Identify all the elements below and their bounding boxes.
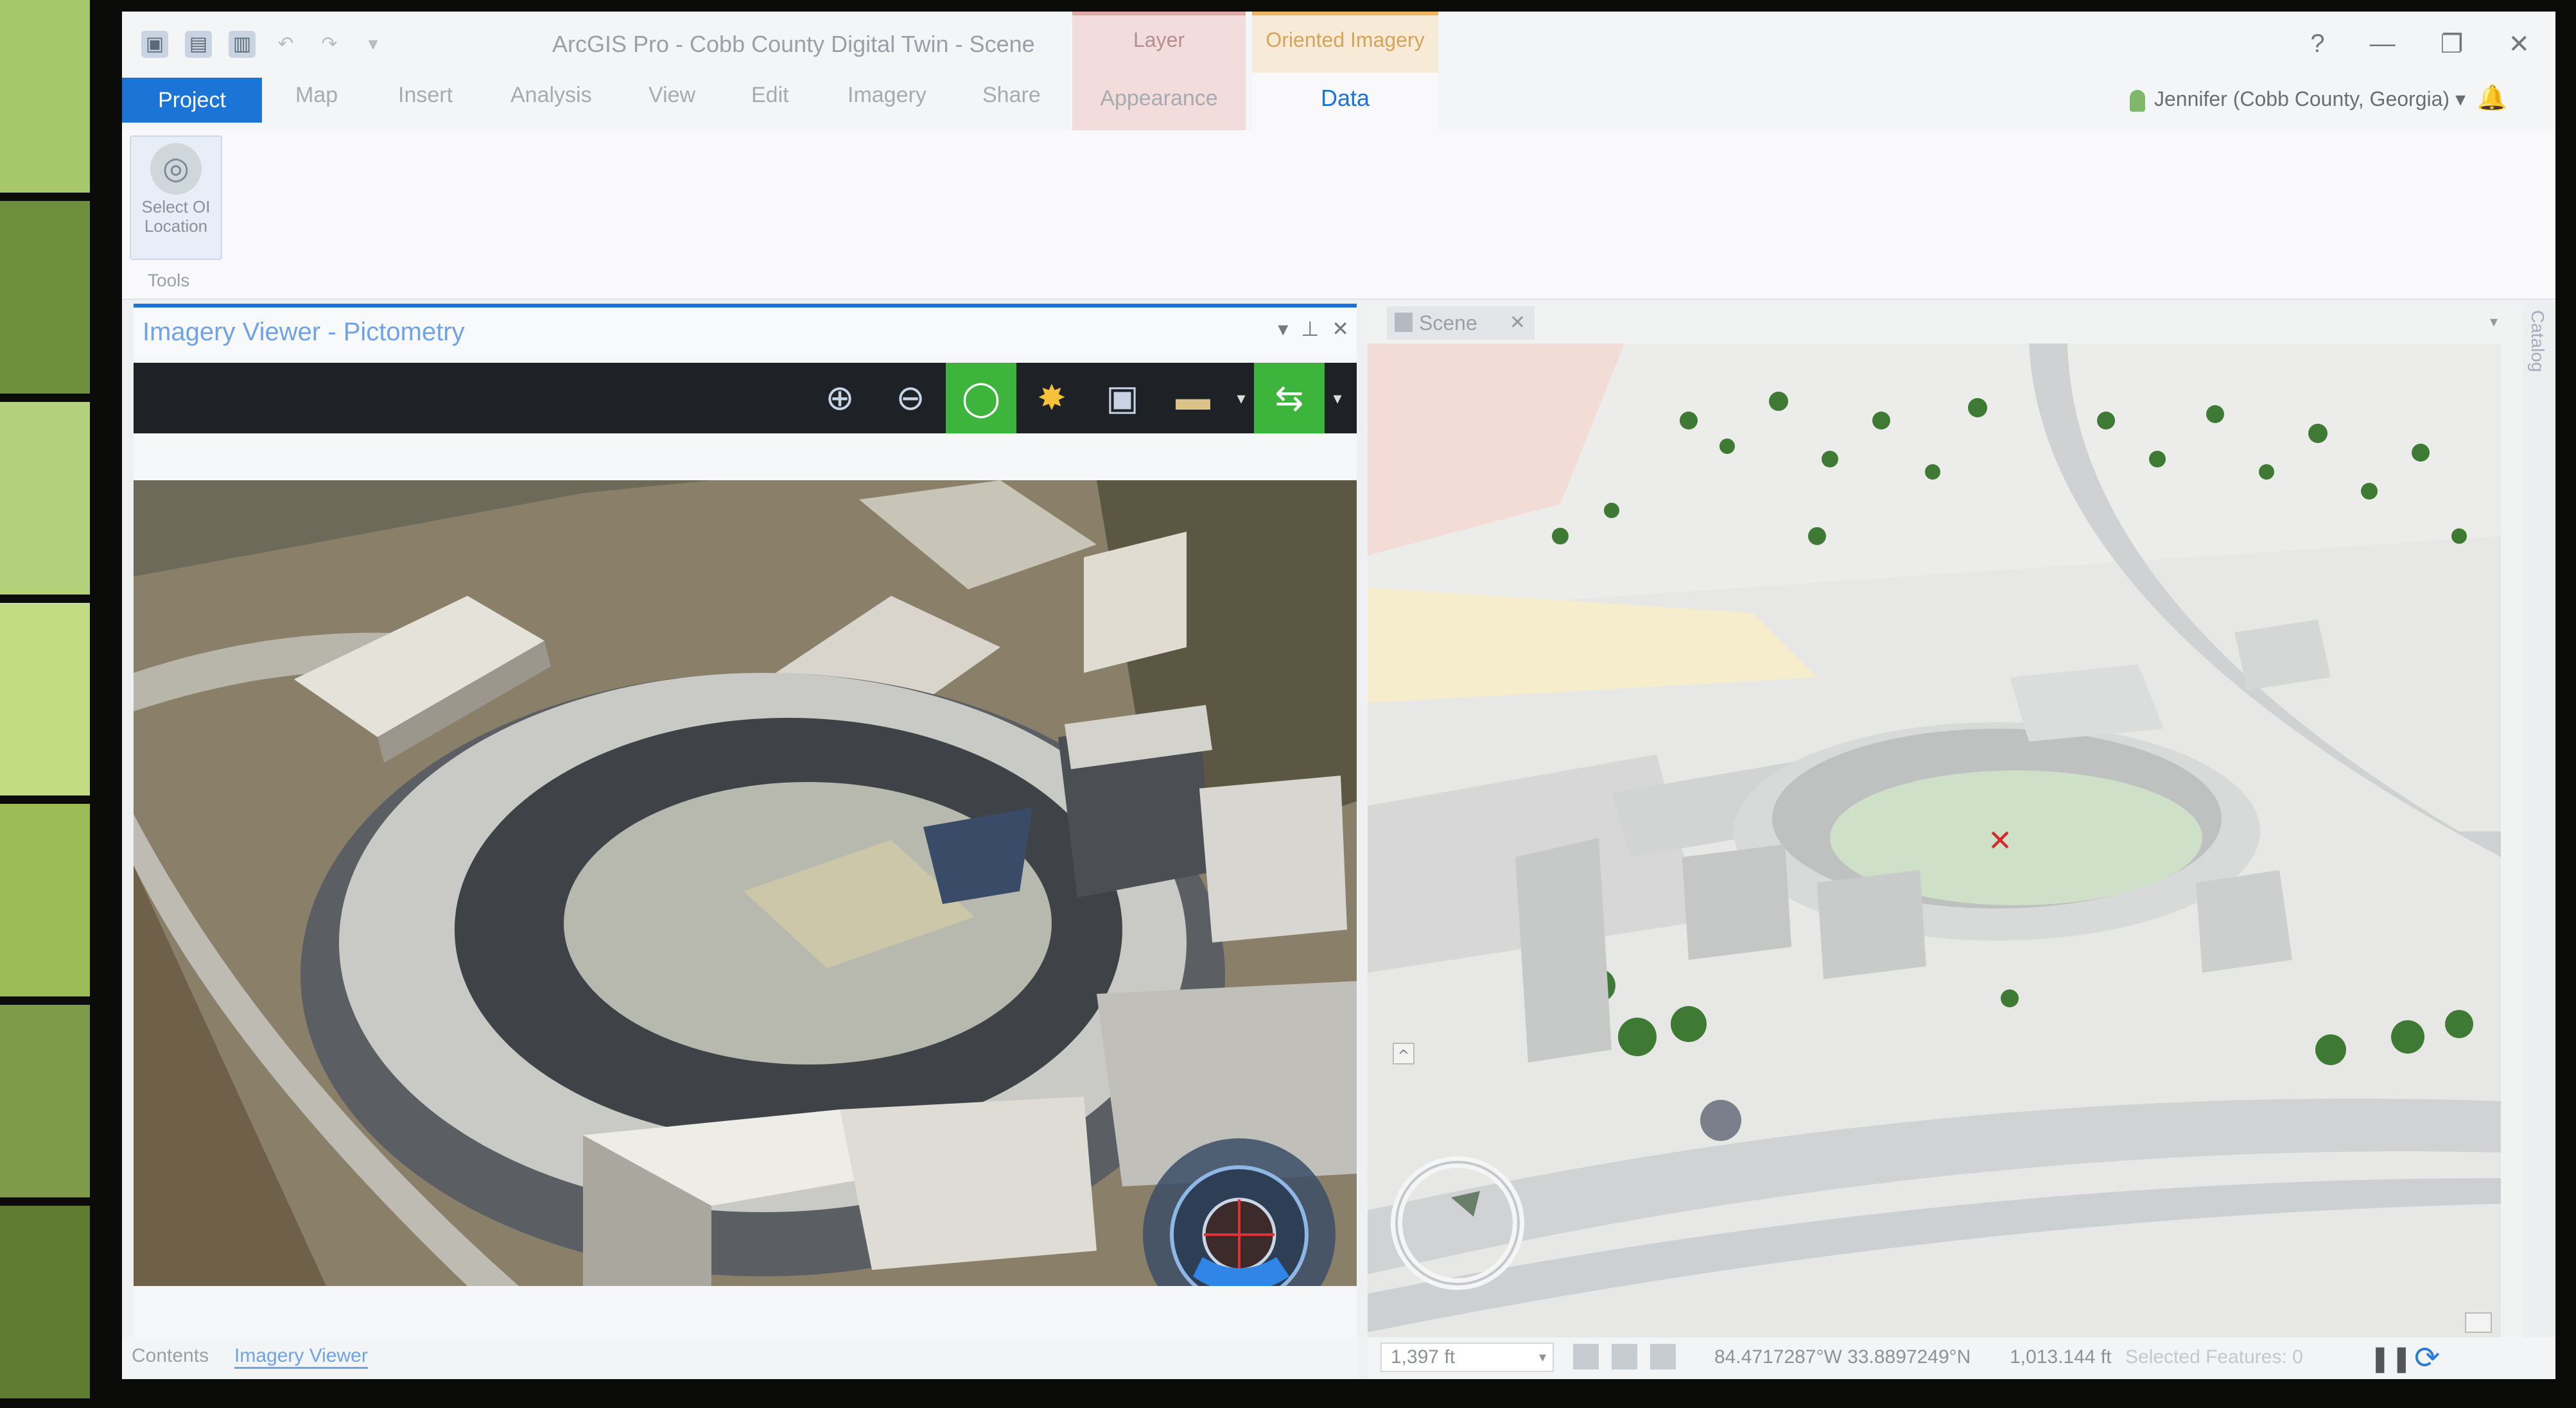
coordinate-readout: 84.4717287°W 33.8897249°N — [1714, 1346, 1971, 1368]
customize-toolbar-icon[interactable]: ▾ — [360, 31, 387, 58]
oblique-aerial-image[interactable] — [134, 480, 1357, 1286]
imagery-viewer-toolbar: ⊕ ⊖ ◯ ✸ ▣ ▬ ▾ ⇆ ▾ — [134, 363, 1357, 433]
user-menu-chevron-icon: ▾ — [2455, 87, 2466, 110]
redo-icon[interactable]: ↷ — [316, 31, 343, 58]
contextual-tab-group-layer: Layer — [1072, 12, 1246, 73]
tab-appearance[interactable]: Appearance — [1072, 73, 1246, 130]
pane-menu-chevron-icon[interactable]: ▾ — [1278, 317, 1288, 341]
selected-features-count: Selected Features: 0 — [2125, 1346, 2303, 1368]
select-oi-location-button[interactable]: ◎ Select OI Location — [130, 135, 222, 260]
scale-value: 1,397 ft — [1391, 1346, 1456, 1368]
camera-location-icon: ◎ — [150, 143, 202, 195]
ribbon-tab-bar: Project Map Insert Analysis View Edit Im… — [122, 73, 2555, 133]
tab-insert[interactable]: Insert — [398, 83, 453, 108]
minimize-button[interactable]: — — [2370, 30, 2396, 59]
scene-tab-close-icon[interactable]: ✕ — [1510, 306, 1526, 340]
new-project-icon[interactable]: ▣ — [141, 31, 168, 58]
quick-access-toolbar: ▣ ▤ ▥ ↶ ↷ ▾ — [141, 31, 387, 58]
tab-contents[interactable]: Contents — [132, 1345, 209, 1367]
scene-tab-label: Scene — [1419, 311, 1477, 335]
user-account[interactable]: Jennifer (Cobb County, Georgia) ▾ — [2129, 87, 2466, 112]
ribbon-group-tools-label: Tools — [148, 270, 190, 290]
tab-map[interactable]: Map — [295, 83, 338, 108]
pause-drawing-icon[interactable]: ❚❚ — [2369, 1344, 2412, 1373]
window-title: ArcGIS Pro - Cobb County Digital Twin - … — [552, 31, 1035, 57]
elevation-readout: 1,013.144 ft — [2010, 1346, 2112, 1368]
user-icon — [2129, 89, 2145, 112]
zoom-out-icon[interactable]: ⊖ — [875, 363, 946, 433]
window-controls: ? — ❐ ✕ — [2310, 30, 2530, 59]
stadium-aerial-illustration — [134, 480, 1357, 1286]
tab-scene[interactable]: Scene ✕ — [1387, 306, 1535, 340]
scene-status-bar: 1,397 ft ▾ 84.4717287°W 33.8897249°N 1,0… — [1368, 1337, 2555, 1379]
scene-pane-chevron-icon[interactable]: ▾ — [2490, 313, 2498, 331]
tab-imagery[interactable]: Imagery — [848, 83, 927, 108]
scene-view-icon — [1395, 313, 1413, 332]
catalog-side-tab[interactable]: Catalog — [2523, 304, 2555, 1337]
pane-controls: ▾ ⊥ ✕ — [1278, 317, 1349, 341]
imagery-viewer-pane: Imagery Viewer - Pictometry ▾ ⊥ ✕ ⊕ ⊖ ◯ … — [134, 304, 1357, 1337]
arcgis-pro-window: ▣ ▤ ▥ ↶ ↷ ▾ ArcGIS Pro - Cobb County Dig… — [122, 12, 2555, 1379]
tab-share[interactable]: Share — [982, 83, 1041, 108]
tab-view[interactable]: View — [648, 83, 695, 108]
measure-dropdown-icon[interactable]: ▾ — [1228, 363, 1254, 433]
dock-tabs: Contents Imagery Viewer — [122, 1337, 1358, 1379]
tab-data[interactable]: Data — [1252, 73, 1438, 133]
svg-text:✕: ✕ — [1988, 823, 2013, 858]
open-project-icon[interactable]: ▤ — [185, 31, 212, 58]
brightness-icon[interactable]: ✸ — [1016, 363, 1087, 433]
contextual-tab-group-oriented-imagery: Oriented Imagery — [1252, 12, 1438, 73]
tab-edit[interactable]: Edit — [751, 83, 789, 108]
restore-button[interactable]: ❐ — [2441, 30, 2464, 59]
scene-pane: Scene ✕ ▾ ✕ ^ — [1368, 304, 2523, 1342]
imagery-viewer-header: Imagery Viewer - Pictometry ▾ ⊥ ✕ — [134, 304, 1357, 355]
title-bar: ▣ ▤ ▥ ↶ ↷ ▾ ArcGIS Pro - Cobb County Dig… — [122, 12, 2555, 73]
swap-icon[interactable]: ⇆ — [1254, 363, 1325, 433]
undo-icon[interactable]: ↶ — [272, 31, 299, 58]
measure-icon[interactable]: ▬ — [1158, 363, 1228, 433]
scene-3d-illustration: ✕ ^ — [1368, 343, 2501, 1342]
close-button[interactable]: ✕ — [2508, 30, 2530, 59]
grid-icon[interactable] — [1650, 1344, 1676, 1369]
select-oi-label-line2: Location — [144, 216, 208, 236]
ribbon: ◎ Select OI Location Tools — [122, 130, 2555, 300]
navigation-mode-icon[interactable] — [1573, 1344, 1599, 1369]
swap-dropdown-icon[interactable]: ▾ — [1325, 363, 1350, 433]
snapping-icon[interactable] — [1612, 1344, 1637, 1369]
frame-icon[interactable]: ▣ — [1087, 363, 1158, 433]
user-name: Jennifer (Cobb County, Georgia) — [2154, 87, 2450, 110]
contextual-label-layer: Layer — [1133, 28, 1185, 51]
scene-3d-view[interactable]: ✕ ^ — [1368, 343, 2501, 1342]
save-project-icon[interactable]: ▥ — [229, 31, 256, 58]
pane-pin-icon[interactable]: ⊥ — [1301, 317, 1319, 341]
notifications-bell-icon[interactable]: 🔔 — [2477, 84, 2507, 112]
select-oi-label-line1: Select OI — [141, 197, 211, 216]
scale-chevron-icon: ▾ — [1538, 1349, 1546, 1365]
svg-text:^: ^ — [1398, 1048, 1409, 1064]
zoom-in-icon[interactable]: ⊕ — [805, 363, 875, 433]
imagery-viewer-title: Imagery Viewer - Pictometry — [143, 318, 465, 346]
scale-dropdown[interactable]: 1,397 ft ▾ — [1380, 1343, 1554, 1372]
catalog-label: Catalog — [2528, 310, 2548, 372]
tab-analysis[interactable]: Analysis — [510, 83, 592, 108]
room-background-stripe — [0, 0, 96, 1408]
refresh-icon[interactable]: ⟳ — [2414, 1340, 2440, 1376]
contextual-label-oriented-imagery: Oriented Imagery — [1266, 28, 1425, 51]
pane-close-icon[interactable]: ✕ — [1332, 317, 1349, 341]
tab-project[interactable]: Project — [122, 78, 262, 123]
help-button[interactable]: ? — [2310, 30, 2324, 59]
rotate-icon[interactable]: ◯ — [946, 363, 1016, 433]
tab-imagery-viewer[interactable]: Imagery Viewer — [234, 1345, 368, 1369]
